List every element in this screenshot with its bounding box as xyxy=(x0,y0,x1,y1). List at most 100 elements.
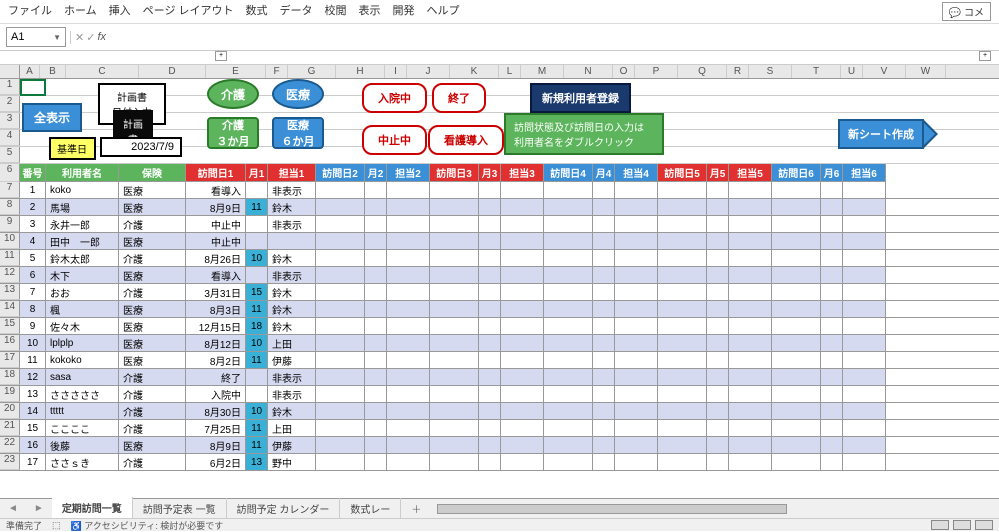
cell-name[interactable]: 永井一郎 xyxy=(46,216,119,232)
cell-date1[interactable]: 8月2日 xyxy=(186,352,246,368)
cell-empty[interactable] xyxy=(387,420,430,436)
cell-empty[interactable] xyxy=(729,352,772,368)
cell-month1[interactable]: 11 xyxy=(246,199,268,215)
cell-month1[interactable]: 10 xyxy=(246,403,268,419)
cell-empty[interactable] xyxy=(479,318,501,334)
cell-staff1[interactable]: 伊藤 xyxy=(268,437,316,453)
cell-name[interactable]: ささｓき xyxy=(46,454,119,470)
cell-empty[interactable] xyxy=(843,199,886,215)
cell-empty[interactable] xyxy=(707,284,729,300)
cell-empty[interactable] xyxy=(501,335,544,351)
cell-num[interactable]: 10 xyxy=(20,335,46,351)
cell-empty[interactable] xyxy=(821,420,843,436)
cell-empty[interactable] xyxy=(501,216,544,232)
cell-staff1[interactable]: 野中 xyxy=(268,454,316,470)
menu-data[interactable]: データ xyxy=(280,2,313,21)
nurse-intro-button[interactable]: 看護導入 xyxy=(428,125,504,155)
row-header[interactable]: 10 xyxy=(0,233,20,249)
cell-empty[interactable] xyxy=(387,386,430,402)
cell-empty[interactable] xyxy=(843,369,886,385)
col-e[interactable]: E xyxy=(206,65,266,78)
comment-button[interactable]: 💬 コメ xyxy=(942,2,991,21)
cell-empty[interactable] xyxy=(387,352,430,368)
cell-empty[interactable] xyxy=(843,284,886,300)
cell-ins[interactable]: 介護 xyxy=(119,250,186,266)
cell-month1[interactable]: 15 xyxy=(246,284,268,300)
col-r[interactable]: R xyxy=(727,65,749,78)
cell-date1[interactable]: 3月31日 xyxy=(186,284,246,300)
cell-staff1[interactable]: 非表示 xyxy=(268,216,316,232)
col-p[interactable]: P xyxy=(635,65,678,78)
cell-num[interactable]: 11 xyxy=(20,352,46,368)
cell-empty[interactable] xyxy=(430,369,479,385)
col-k[interactable]: K xyxy=(450,65,499,78)
cell-empty[interactable] xyxy=(615,182,658,198)
cell-empty[interactable] xyxy=(772,199,821,215)
cell-date1[interactable]: 8月30日 xyxy=(186,403,246,419)
cell-date1[interactable]: 看導入 xyxy=(186,267,246,283)
cell-staff1[interactable]: 非表示 xyxy=(268,182,316,198)
cell-empty[interactable] xyxy=(658,454,707,470)
cell-empty[interactable] xyxy=(479,267,501,283)
row-header[interactable]: 9 xyxy=(0,216,20,232)
cell-month1[interactable]: 13 xyxy=(246,454,268,470)
cell-empty[interactable] xyxy=(821,369,843,385)
cell-empty[interactable] xyxy=(479,386,501,402)
col-f[interactable]: F xyxy=(266,65,288,78)
tab-formula[interactable]: 数式レー xyxy=(340,498,401,519)
cell-date1[interactable]: 中止中 xyxy=(186,216,246,232)
cell-empty[interactable] xyxy=(365,284,387,300)
cell-date1[interactable]: 看導入 xyxy=(186,182,246,198)
cell-num[interactable]: 3 xyxy=(20,216,46,232)
medical-6m-button[interactable]: 医療６か月 xyxy=(272,117,324,149)
cell-empty[interactable] xyxy=(707,267,729,283)
cell-empty[interactable] xyxy=(772,403,821,419)
cell-empty[interactable] xyxy=(365,199,387,215)
cell-empty[interactable] xyxy=(615,403,658,419)
row-header[interactable]: 16 xyxy=(0,335,20,351)
cell-staff1[interactable]: 鈴木 xyxy=(268,318,316,334)
cell-empty[interactable] xyxy=(821,199,843,215)
row-header[interactable]: 13 xyxy=(0,284,20,300)
cell-date1[interactable]: 入院中 xyxy=(186,386,246,402)
cell-name[interactable]: 佐々木 xyxy=(46,318,119,334)
cell-num[interactable]: 8 xyxy=(20,301,46,317)
cell-empty[interactable] xyxy=(479,369,501,385)
cell-empty[interactable] xyxy=(501,267,544,283)
cell-empty[interactable] xyxy=(501,284,544,300)
tab-visit-list[interactable]: 定期訪問一覧 xyxy=(52,497,133,520)
cell-ins[interactable]: 医療 xyxy=(119,199,186,215)
cell-num[interactable]: 14 xyxy=(20,403,46,419)
cell-empty[interactable] xyxy=(430,216,479,232)
name-box[interactable]: A1▼ xyxy=(6,27,66,47)
cell-empty[interactable] xyxy=(365,369,387,385)
row-3[interactable]: 3 xyxy=(0,113,20,129)
col-w[interactable]: W xyxy=(906,65,946,78)
cell-empty[interactable] xyxy=(772,352,821,368)
col-s[interactable]: S xyxy=(749,65,792,78)
cell-empty[interactable] xyxy=(501,250,544,266)
col-a[interactable]: A xyxy=(20,65,40,78)
cell-empty[interactable] xyxy=(707,233,729,249)
cell-empty[interactable] xyxy=(544,335,593,351)
cell-empty[interactable] xyxy=(501,369,544,385)
status-accessibility[interactable]: ♿ アクセシビリティ: 検討が必要です xyxy=(71,519,224,532)
col-q[interactable]: Q xyxy=(678,65,727,78)
cell-empty[interactable] xyxy=(316,318,365,334)
admitted-button[interactable]: 入院中 xyxy=(362,83,427,113)
cell-empty[interactable] xyxy=(593,437,615,453)
cell-empty[interactable] xyxy=(365,250,387,266)
cell-empty[interactable] xyxy=(615,369,658,385)
cell-empty[interactable] xyxy=(772,454,821,470)
cell-empty[interactable] xyxy=(316,335,365,351)
menu-home[interactable]: ホーム xyxy=(64,2,97,21)
cell-empty[interactable] xyxy=(387,301,430,317)
cell-empty[interactable] xyxy=(430,199,479,215)
cell-empty[interactable] xyxy=(707,250,729,266)
cell-empty[interactable] xyxy=(501,454,544,470)
cell-empty[interactable] xyxy=(544,437,593,453)
cell-empty[interactable] xyxy=(615,216,658,232)
tab-next-icon[interactable]: ► xyxy=(26,503,52,514)
cell-empty[interactable] xyxy=(544,403,593,419)
cell-empty[interactable] xyxy=(772,369,821,385)
